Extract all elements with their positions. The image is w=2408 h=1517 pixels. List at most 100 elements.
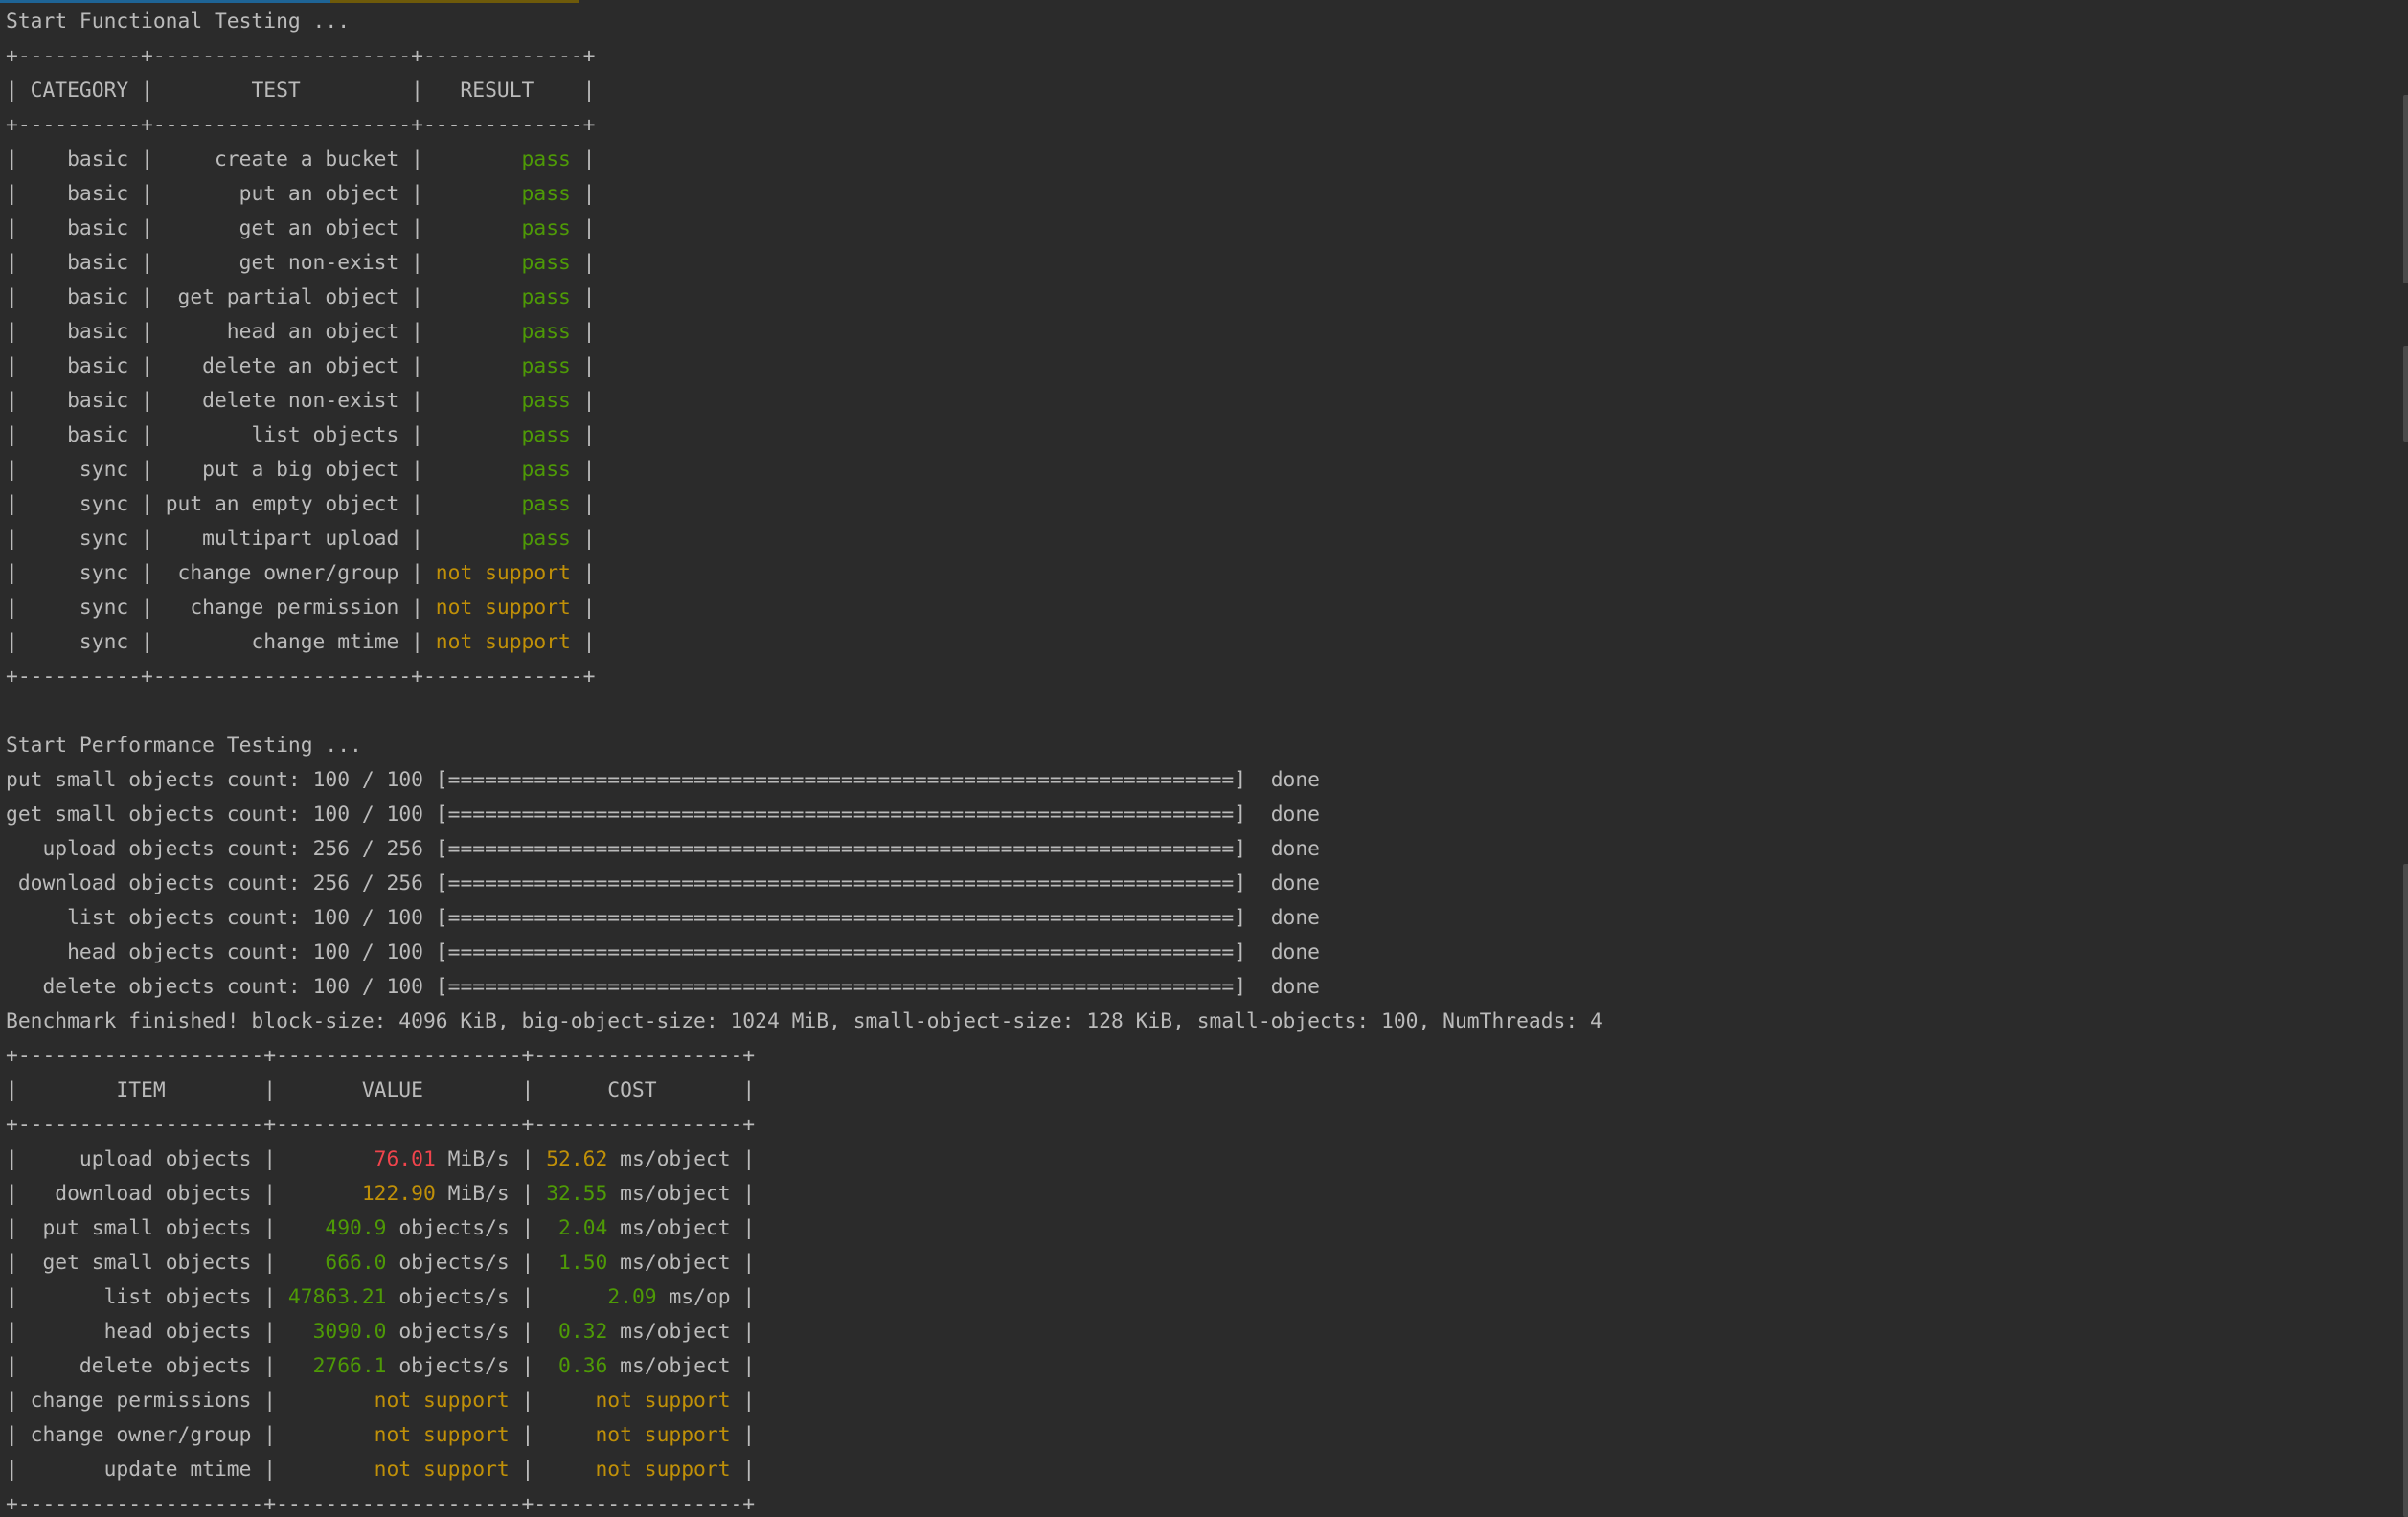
progress-row: delete objects count: 100 / 100 [=======…: [6, 975, 1320, 999]
test-cell: get non-exist: [152, 251, 412, 275]
category-cell: sync: [17, 492, 142, 516]
item-cell: change permissions: [17, 1389, 264, 1413]
result-cell: not support: [435, 630, 571, 654]
value-unit: objects/s: [398, 1251, 510, 1275]
value-number: 76.01: [374, 1147, 436, 1171]
progress-label: delete objects count:: [6, 975, 301, 999]
table-row: | basic | get an object | pass |: [6, 216, 596, 240]
category-cell: basic: [17, 182, 142, 206]
terminal-output-panel[interactable]: Start Functional Testing ... +----------…: [0, 0, 2408, 1517]
cost-number: not support: [595, 1423, 731, 1447]
table-row: | basic | create a bucket | pass |: [6, 147, 596, 171]
test-cell: change mtime: [152, 630, 412, 654]
table-row: | sync | multipart upload | pass |: [6, 527, 596, 551]
test-cell: delete non-exist: [152, 389, 412, 413]
table-row: | get small objects | 666.0 objects/s | …: [6, 1251, 756, 1275]
value-number: 122.90: [361, 1182, 436, 1206]
column-header: ITEM: [17, 1078, 264, 1102]
result-cell: pass: [521, 147, 571, 171]
performance-heading: Start Performance Testing ...: [6, 734, 362, 758]
progress-status: done: [1270, 837, 1320, 861]
result-cell: pass: [521, 251, 571, 275]
cost-number: 52.62: [546, 1147, 608, 1171]
category-cell: sync: [17, 458, 142, 482]
result-cell: pass: [521, 458, 571, 482]
cost-unit: ms/object: [620, 1320, 731, 1344]
progress-count: 256 / 256: [312, 872, 423, 895]
item-cell: list objects: [17, 1285, 264, 1309]
progress-count: 100 / 100: [312, 975, 423, 999]
table-row: | change permissions | not support | not…: [6, 1389, 756, 1413]
table-row: | sync | change permission | not support…: [6, 596, 596, 620]
progress-count: 256 / 256: [312, 837, 423, 861]
scrollbar-markers[interactable]: [2402, 0, 2408, 1517]
category-cell: basic: [17, 423, 142, 447]
test-cell: list objects: [152, 423, 412, 447]
progress-status: done: [1270, 906, 1320, 930]
table-row: | list objects | 47863.21 objects/s | 2.…: [6, 1285, 756, 1309]
progress-row: download objects count: 256 / 256 [=====…: [6, 872, 1320, 895]
result-cell: pass: [521, 285, 571, 309]
value-number: not support: [374, 1458, 510, 1482]
value-number: 47863.21: [287, 1285, 387, 1309]
test-cell: delete an object: [152, 354, 412, 378]
progress-status: done: [1270, 975, 1320, 999]
progress-label: get small objects count:: [6, 803, 301, 826]
test-cell: put an object: [152, 182, 412, 206]
item-cell: upload objects: [17, 1147, 264, 1171]
result-cell: not support: [435, 596, 571, 620]
progress-bar: ========================================…: [447, 803, 1235, 826]
table-row: | basic | put an object | pass |: [6, 182, 596, 206]
value-unit: objects/s: [398, 1320, 510, 1344]
test-cell: head an object: [152, 320, 412, 344]
item-cell: delete objects: [17, 1354, 264, 1378]
cost-unit: ms/object: [620, 1251, 731, 1275]
cost-number: 32.55: [546, 1182, 608, 1206]
table-row: | upload objects | 76.01 MiB/s | 52.62 m…: [6, 1147, 756, 1171]
scroll-marker[interactable]: [2403, 95, 2408, 283]
table-row: | update mtime | not support | not suppo…: [6, 1458, 756, 1482]
result-cell: pass: [521, 182, 571, 206]
category-cell: basic: [17, 320, 142, 344]
cost-unit: ms/object: [620, 1354, 731, 1378]
result-cell: pass: [521, 320, 571, 344]
table-row: | change owner/group | not support | not…: [6, 1423, 756, 1447]
progress-row: list objects count: 100 / 100 [=========…: [6, 906, 1320, 930]
cost-unit: ms/object: [620, 1147, 731, 1171]
progress-label: list objects count:: [6, 906, 301, 930]
table-row: | basic | head an object | pass |: [6, 320, 596, 344]
result-cell: pass: [521, 492, 571, 516]
cost-unit: ms/object: [620, 1182, 731, 1206]
progress-count: 100 / 100: [312, 940, 423, 964]
test-cell: put an empty object: [152, 492, 412, 516]
progress-count: 100 / 100: [312, 768, 423, 792]
item-cell: put small objects: [17, 1216, 264, 1240]
category-cell: basic: [17, 285, 142, 309]
test-cell: get an object: [152, 216, 412, 240]
column-header: CATEGORY: [17, 79, 142, 102]
progress-label: head objects count:: [6, 940, 301, 964]
table-row: | basic | delete non-exist | pass |: [6, 389, 596, 413]
value-unit: objects/s: [398, 1285, 510, 1309]
item-cell: get small objects: [17, 1251, 264, 1275]
cost-number: not support: [595, 1458, 731, 1482]
test-cell: change owner/group: [152, 561, 412, 585]
functional-results-table: +----------+---------------------+------…: [6, 39, 2379, 694]
progress-status: done: [1270, 940, 1320, 964]
test-cell: change permission: [152, 596, 412, 620]
test-cell: multipart upload: [152, 527, 412, 551]
progress-row: get small objects count: 100 / 100 [====…: [6, 803, 1320, 826]
test-cell: put a big object: [152, 458, 412, 482]
scroll-marker[interactable]: [2403, 864, 2408, 1517]
result-cell: pass: [521, 389, 571, 413]
category-cell: basic: [17, 147, 142, 171]
table-border: +--------------------+------------------…: [6, 1113, 756, 1137]
cost-number: 0.32: [558, 1320, 608, 1344]
scroll-marker[interactable]: [2403, 346, 2408, 442]
table-border: +----------+---------------------+------…: [6, 113, 596, 137]
value-unit: MiB/s: [447, 1182, 510, 1206]
progress-row: upload objects count: 256 / 256 [=======…: [6, 837, 1320, 861]
category-cell: sync: [17, 596, 142, 620]
table-header: | ITEM | VALUE | COST |: [6, 1078, 756, 1102]
